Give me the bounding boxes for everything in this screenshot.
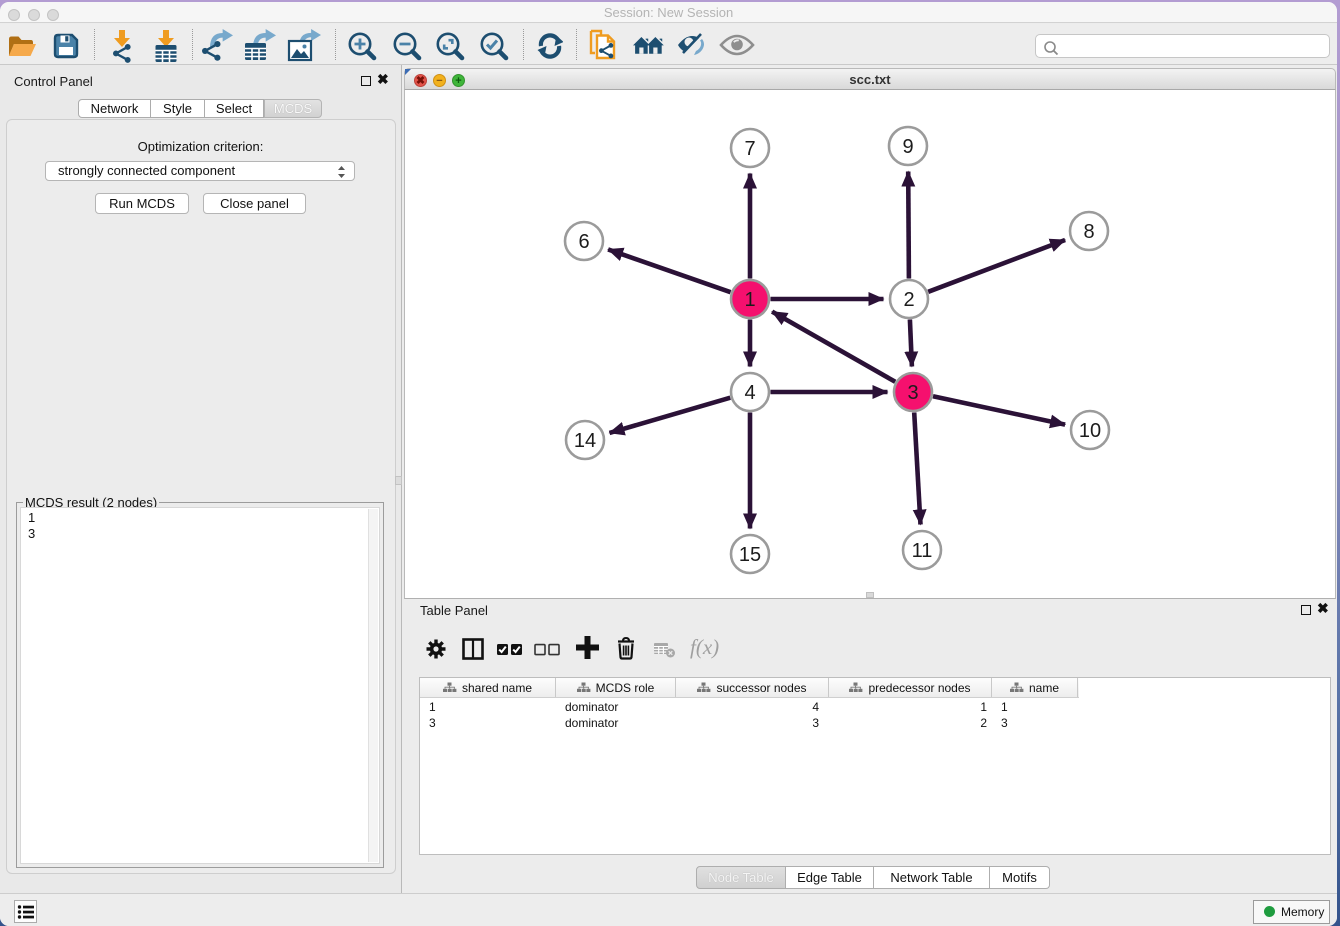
svg-text:9: 9 [902, 136, 913, 158]
svg-text:8: 8 [1083, 221, 1094, 243]
svg-text:2: 2 [903, 289, 914, 311]
svg-text:14: 14 [574, 430, 596, 452]
svg-text:1: 1 [744, 289, 755, 311]
svg-text:3: 3 [907, 382, 918, 404]
svg-text:4: 4 [744, 382, 755, 404]
svg-text:15: 15 [739, 544, 761, 566]
svg-text:6: 6 [578, 231, 589, 253]
svg-text:10: 10 [1079, 420, 1101, 442]
svg-text:11: 11 [912, 540, 933, 562]
svg-text:7: 7 [744, 138, 755, 160]
